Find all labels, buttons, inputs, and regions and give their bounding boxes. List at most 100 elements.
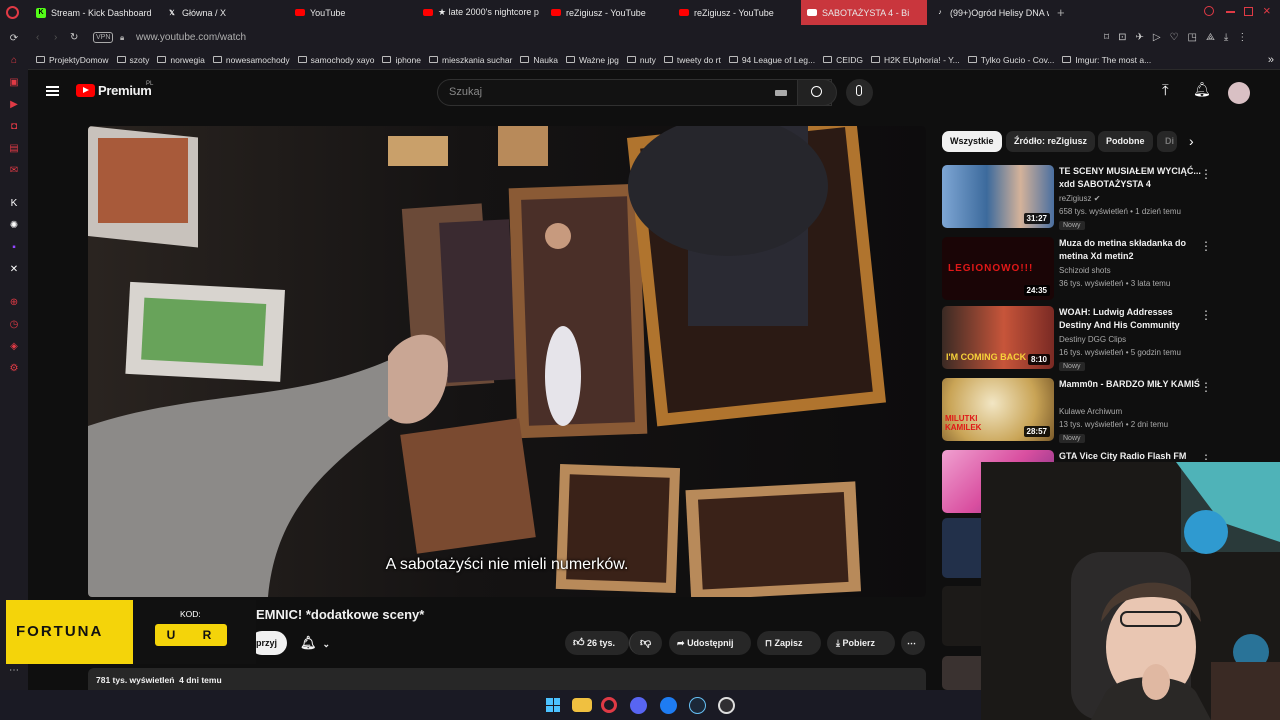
kick-icon: K [36, 7, 46, 18]
tab-6-active[interactable]: SABOTAŻYSTA 4 - Bi [801, 0, 927, 25]
bookmarks-overflow-icon[interactable]: » [1268, 54, 1274, 66]
twitch-icon[interactable]: ▪ [8, 242, 20, 254]
chip-more[interactable]: Di [1157, 131, 1177, 152]
opera-logo-icon[interactable] [6, 6, 19, 19]
video-thumbnail[interactable] [942, 656, 982, 690]
avatar[interactable] [1228, 82, 1250, 104]
discord-icon[interactable] [630, 697, 647, 714]
bookmark-item[interactable]: szoty [116, 55, 149, 65]
folder-icon [212, 56, 222, 63]
settings-icon[interactable]: ⚙ [8, 363, 20, 375]
steam-icon[interactable] [689, 697, 706, 714]
video-thumbnail[interactable] [942, 518, 982, 578]
history-icon[interactable]: ◷ [8, 319, 20, 331]
youtube-logo-icon[interactable] [76, 84, 95, 97]
close-window-button[interactable]: × [1263, 3, 1271, 18]
obs-icon[interactable] [718, 697, 735, 714]
bookmark-item[interactable]: nuty [626, 55, 656, 65]
bookmark-item[interactable]: iphone [382, 55, 421, 65]
video-thumbnail[interactable] [942, 586, 982, 646]
player-icon[interactable]: ▣ [8, 77, 20, 89]
more-options-icon[interactable]: ⋮ [1200, 239, 1212, 253]
messenger-icon[interactable] [660, 697, 677, 714]
search-tabs-icon[interactable] [1204, 6, 1214, 16]
new-tab-button[interactable]: + [1057, 5, 1065, 20]
more-actions-button[interactable]: ⋯ [901, 631, 925, 655]
bookmark-item[interactable]: 94 League of Leg... [728, 55, 815, 65]
kick-sidebar-icon[interactable]: K [8, 198, 20, 210]
bag-icon[interactable]: ◘ [8, 121, 20, 133]
x-sidebar-icon[interactable]: ✕ [8, 264, 20, 276]
extensions-icon[interactable]: ◈ [8, 341, 20, 353]
keyboard-icon[interactable] [775, 90, 787, 96]
forward-button[interactable]: › [54, 32, 57, 43]
tab-5[interactable]: reZigiusz - YouTube [673, 0, 799, 25]
notifications-icon[interactable]: 🔔︎ [1193, 81, 1211, 98]
verified-icon: ✔ [1093, 194, 1101, 203]
recommendation-item[interactable]: 31:27 TE SCENY MUSIAŁEM WYCIĄĆ... xdd SA… [942, 165, 1262, 231]
menu-icon[interactable] [46, 86, 59, 96]
dislike-button[interactable]: 👎︎ [629, 631, 662, 655]
chip-source[interactable]: Źródło: reZigiusz [1006, 131, 1095, 152]
refresh-sidebar-icon[interactable]: ⟳ [8, 33, 20, 45]
more-options-icon[interactable]: ⋮ [1200, 308, 1212, 322]
bookmark-item[interactable]: H2K EUphoria! - Y... [871, 55, 960, 65]
file-explorer-icon[interactable] [572, 698, 592, 712]
tab-2[interactable]: YouTube [289, 0, 417, 25]
recommendation-item[interactable]: LEGIONOWO!!! 24:35 Muza do metina składan… [942, 237, 1262, 303]
bookmark-item[interactable]: ProjektyDomow [36, 55, 109, 65]
home-icon[interactable]: ⌂ [8, 55, 20, 67]
more-options-icon[interactable]: ⋮ [1200, 380, 1212, 394]
voice-search-button[interactable] [846, 79, 873, 106]
tab-3[interactable]: ★ late 2000's nightcore p [417, 0, 541, 25]
bookmark-item[interactable]: tweety do rt [663, 55, 721, 65]
chevron-right-icon[interactable]: › [1189, 133, 1194, 149]
toolbar-icons[interactable]: ⌑⊡✈▷♡◳⟁⤓⋮ [1104, 32, 1256, 43]
windows-start-icon[interactable] [543, 695, 563, 715]
recommendation-item[interactable]: MILUTKI KAMILEK 28:57 Mamm0n - BARDZO MIŁ… [942, 378, 1262, 444]
vpn-badge[interactable]: VPN [93, 32, 114, 43]
folder-icon [823, 56, 833, 63]
chip-all[interactable]: Wszystkie [942, 131, 1002, 152]
download-button[interactable]: ⤓ Pobierz [827, 631, 895, 655]
more-options-icon[interactable]: ⋮ [1200, 167, 1212, 181]
minimize-button[interactable] [1226, 11, 1235, 13]
url-field[interactable]: www.youtube.com/watch [136, 32, 246, 43]
tab-0[interactable]: K Stream - Kick Dashboard [30, 0, 158, 25]
reload-button[interactable]: ↻ [70, 32, 78, 43]
save-button[interactable]: ⊓ Zapisz [757, 631, 821, 655]
upload-icon[interactable]: ⤒ [1162, 82, 1169, 99]
more-sidebar-icon[interactable]: ⋯ [8, 665, 20, 677]
bookmark-item[interactable]: samochody xayo [297, 55, 374, 65]
tab-1[interactable]: 𝕏 Główna / X [161, 0, 289, 25]
like-button[interactable]: 👍︎ 26 tys. [565, 631, 629, 655]
bookmark-item[interactable]: norwegia [157, 55, 205, 65]
news-icon[interactable]: ▤ [8, 143, 20, 155]
tab-7[interactable]: ♪ (99+)Ogród Helisy DNA w [929, 0, 1049, 25]
bookmark-item[interactable]: Tylko Gucio - Cov... [967, 55, 1054, 65]
bookmark-item[interactable]: mieszkania suchar [429, 55, 512, 65]
back-button[interactable]: ‹ [36, 32, 39, 43]
bookmark-item[interactable]: Imgur: The most a... [1062, 55, 1151, 65]
lock-icon: 🔒︎ [120, 32, 125, 42]
video-icon[interactable]: ▶ [8, 99, 20, 111]
tab-4[interactable]: reZigiusz - YouTube [545, 0, 671, 25]
openai-icon[interactable]: ✺ [8, 220, 20, 232]
notification-bell-button[interactable]: 🔔︎ ⌄ [292, 631, 342, 655]
bookmark-item[interactable]: nowesamochody [212, 55, 290, 65]
chip-similar[interactable]: Podobne [1098, 131, 1153, 152]
maximize-button[interactable] [1244, 7, 1253, 16]
video-player[interactable]: A sabotażyści nie mieli numerków. [88, 126, 926, 597]
search-input[interactable]: Szukaj [437, 79, 832, 106]
recommendation-item[interactable]: I'M COMING BACK 8:10 WOAH: Ludwig Address… [942, 306, 1262, 372]
mail-icon[interactable]: ✉ [8, 165, 20, 177]
bookmark-item[interactable]: CEIDG [823, 55, 863, 65]
bookmark-item[interactable]: Nauka [520, 55, 558, 65]
share-button[interactable]: ➦ Udostępnij [669, 631, 751, 655]
search-button[interactable] [797, 79, 837, 106]
folder-icon [871, 56, 881, 63]
opera-taskbar-icon[interactable] [601, 697, 617, 713]
add-icon[interactable]: ⊕ [8, 297, 20, 309]
bookmark-item[interactable]: Ważne jpg [565, 55, 619, 65]
fortuna-ad-banner[interactable]: FORTUNA KOD: U R [6, 600, 256, 664]
